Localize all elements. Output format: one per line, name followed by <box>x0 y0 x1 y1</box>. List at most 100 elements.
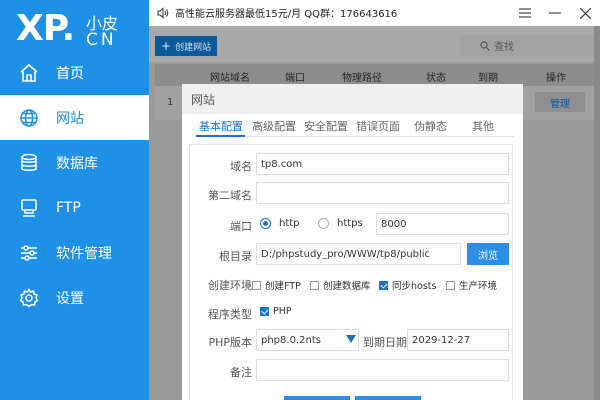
cancel-button[interactable] <box>355 396 421 400</box>
domain-row: 域名 tp8.com <box>190 153 512 177</box>
second-domain-row: 第二域名 <box>190 182 512 206</box>
expire-label: 到期日期 <box>363 336 407 349</box>
checkbox-label: 生产环境 <box>459 281 498 292</box>
tab-security[interactable]: 安全配置 <box>304 118 348 134</box>
checkbox-icon <box>446 280 455 290</box>
tab-advanced[interactable]: 高级配置 <box>252 118 296 134</box>
note-input[interactable] <box>256 359 509 381</box>
note-label: 备注 <box>230 366 252 379</box>
logo-main-text: XP. <box>16 8 75 49</box>
program-type-row: 程序类型 PHP <box>190 303 512 321</box>
chevron-down-icon <box>346 335 356 343</box>
php-version-select[interactable]: php8.0.2nts <box>256 329 359 351</box>
port-row: 端口 http https 8000 <box>190 213 512 237</box>
sidebar-item-website[interactable]: 网站 <box>0 95 149 140</box>
php-checkbox[interactable]: PHP <box>260 306 292 317</box>
search-icon <box>480 40 490 51</box>
create-site-button[interactable]: + 创建网站 <box>155 36 218 56</box>
dialog-header: 网站 <box>182 84 523 114</box>
database-icon <box>18 152 40 174</box>
active-tab-indicator <box>196 135 245 137</box>
root-dir-row: 根目录 D:/phpstudy_pro/WWW/tp8/public 浏览 <box>190 243 512 267</box>
second-domain-input[interactable] <box>256 182 509 204</box>
browse-button[interactable]: 浏览 <box>467 243 509 265</box>
create-ftp-checkbox[interactable]: 创建FTP <box>252 278 301 292</box>
http-label: http <box>279 218 300 229</box>
domain-input[interactable]: tp8.com <box>256 153 509 175</box>
settings-sliders-icon <box>18 242 40 264</box>
scrollbar[interactable] <box>594 26 600 400</box>
announcement-text: 高性能云服务器最低15元/月 QQ群：176643616 <box>175 9 398 20</box>
sidebar-item-label: 设置 <box>56 290 84 307</box>
row-number: 1 <box>167 97 174 108</box>
sidebar-item-label: 数据库 <box>56 155 98 172</box>
announcement[interactable]: 高性能云服务器最低15元/月 QQ群：176643616 <box>157 5 397 20</box>
sidebar-nav: 首页 网站 数据库 FTP 软件管理 设置 <box>0 50 149 320</box>
checkbox-checked-icon <box>379 280 388 290</box>
sidebar-item-label: 首页 <box>56 65 84 82</box>
expire-date-input[interactable]: 2029-12-27 <box>407 329 509 351</box>
tab-rewrite[interactable]: 伪静态 <box>414 118 447 134</box>
checkbox-icon <box>252 280 261 290</box>
dialog-tabs: 基本配置 高级配置 安全配置 错误页面 伪静态 其他 <box>196 118 514 138</box>
port-label: 端口 <box>230 220 252 233</box>
globe-icon <box>18 107 40 129</box>
plus-icon: + <box>161 39 172 53</box>
minimize-icon[interactable] <box>540 3 570 23</box>
second-domain-label: 第二域名 <box>208 189 252 202</box>
window-controls <box>510 3 600 23</box>
column-header: 物理路径 <box>342 73 382 84</box>
column-header: 操作 <box>546 73 566 84</box>
manage-button[interactable]: 管理 <box>535 92 585 112</box>
php-version-row: PHP版本 php8.0.2nts 到期日期 2029-12-27 <box>190 329 512 353</box>
sidebar-item-software[interactable]: 软件管理 <box>0 230 149 275</box>
http-radio[interactable]: http <box>260 218 300 229</box>
top-bar: 高性能云服务器最低15元/月 QQ群：176643616 <box>149 0 600 26</box>
sidebar-item-label: FTP <box>56 199 81 216</box>
sync-hosts-checkbox[interactable]: 同步hosts <box>379 278 436 292</box>
radio-unchecked-icon <box>318 218 329 229</box>
column-header: 状态 <box>426 73 446 84</box>
sidebar-item-settings[interactable]: 设置 <box>0 275 149 320</box>
php-version-label: PHP版本 <box>208 336 252 349</box>
sidebar-item-database[interactable]: 数据库 <box>0 140 149 185</box>
checkbox-icon <box>310 280 319 290</box>
https-radio[interactable]: https <box>318 218 363 229</box>
checkbox-checked-icon <box>260 307 269 316</box>
sidebar-item-label: 软件管理 <box>56 245 112 262</box>
checkbox-label: 同步hosts <box>392 281 437 292</box>
env-label: 创建环境 <box>208 279 252 292</box>
checkbox-label: 创建数据库 <box>323 281 371 292</box>
sidebar-item-ftp[interactable]: FTP <box>0 185 149 230</box>
ftp-icon <box>18 197 40 219</box>
basic-config-form: 域名 tp8.com 第二域名 端口 http https 8000 根目录 D… <box>189 144 513 400</box>
tab-error-pages[interactable]: 错误页面 <box>356 118 400 134</box>
create-site-label: 创建网站 <box>175 42 212 53</box>
env-row: 创建环境 创建FTP 创建数据库 同步hosts 生产环境 <box>190 275 512 293</box>
search-input[interactable]: 查找 <box>460 35 600 56</box>
menu-icon[interactable] <box>510 3 540 23</box>
checkbox-label: 创建FTP <box>265 281 301 292</box>
column-header: 端口 <box>285 73 305 84</box>
tab-other[interactable]: 其他 <box>472 118 494 134</box>
search-placeholder: 查找 <box>494 42 514 53</box>
confirm-button[interactable] <box>284 396 350 400</box>
column-header: 网站域名 <box>210 73 250 84</box>
production-checkbox[interactable]: 生产环境 <box>446 278 497 292</box>
php-version-value: php8.0.2nts <box>261 334 321 346</box>
speaker-icon <box>157 6 169 19</box>
php-label: PHP <box>273 306 292 317</box>
tab-basic[interactable]: 基本配置 <box>199 118 243 134</box>
note-row: 备注 <box>190 359 512 383</box>
domain-label: 域名 <box>230 160 252 173</box>
root-dir-input[interactable]: D:/phpstudy_pro/WWW/tp8/public <box>256 243 461 265</box>
port-input[interactable]: 8000 <box>376 213 509 235</box>
root-dir-label: 根目录 <box>219 250 252 263</box>
logo-bottom-text: CN <box>86 30 117 50</box>
close-icon[interactable] <box>570 3 600 23</box>
website-dialog: 网站 基本配置 高级配置 安全配置 错误页面 伪静态 其他 域名 tp8.com… <box>182 84 523 400</box>
home-icon <box>18 62 40 84</box>
sidebar-item-home[interactable]: 首页 <box>0 50 149 95</box>
create-database-checkbox[interactable]: 创建数据库 <box>310 278 371 292</box>
https-label: https <box>337 218 363 229</box>
